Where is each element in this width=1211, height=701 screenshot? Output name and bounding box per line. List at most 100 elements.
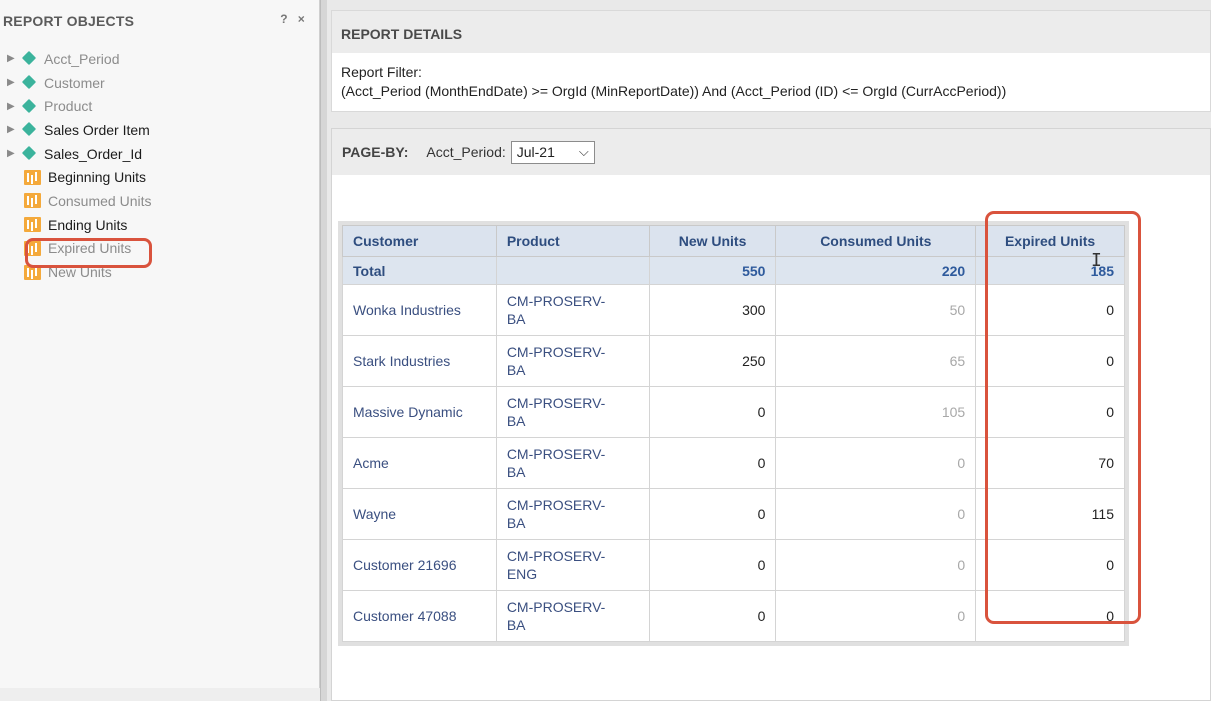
product-cell[interactable]: CM-PROSERV- BA (495, 335, 650, 387)
object-item-beginning-units[interactable]: Beginning Units (0, 165, 318, 189)
product-line-2: BA (506, 617, 526, 633)
customer-cell[interactable]: Customer 21696 (342, 539, 497, 591)
expired-units-highlight-box (25, 238, 152, 268)
object-label: Beginning Units (48, 169, 147, 186)
new-units-cell: 250 (648, 335, 777, 387)
object-item-consumed-units[interactable]: Consumed Units (0, 189, 318, 213)
product-cell[interactable]: CM-PROSERV- BA (495, 386, 650, 438)
header-row: Customer Product New Units Consumed Unit… (342, 225, 1125, 257)
page-by-field-label: Acct_Period: (426, 144, 506, 160)
object-item-customer[interactable]: ▶ Customer (0, 71, 318, 95)
text-cursor-icon: I (1091, 250, 1102, 271)
object-label: Acct_Period (44, 50, 120, 67)
product-line-1: CM-PROSERV- (506, 293, 606, 309)
expand-arrow-icon[interactable]: ▶ (7, 148, 15, 159)
product-cell[interactable]: CM-PROSERV- BA (495, 437, 650, 489)
product-line-2: BA (506, 515, 526, 531)
object-item-product[interactable]: ▶ Product (0, 94, 318, 118)
object-item-sales-order-item[interactable]: ▶ Sales Order Item (0, 118, 318, 142)
expired-units-cell: 0 (975, 284, 1125, 336)
expand-arrow-icon[interactable]: ▶ (7, 101, 15, 112)
expired-units-cell: 115 (975, 488, 1125, 540)
diamond-attribute-icon (23, 147, 36, 160)
consumed-units-cell: 0 (775, 488, 977, 540)
total-expired-units: 185 (975, 256, 1125, 285)
product-line-1: CM-PROSERV- (506, 344, 606, 360)
report-grid-panel: PAGE-BY: Acct_Period: Jul-21 ⌵ Customer … (331, 128, 1211, 701)
consumed-units-cell: 0 (775, 437, 977, 489)
object-item-ending-units[interactable]: Ending Units (0, 213, 318, 237)
diamond-attribute-icon (23, 76, 36, 89)
customer-cell[interactable]: Customer 47088 (342, 590, 497, 642)
customer-cell[interactable]: Acme (342, 437, 497, 489)
product-line-1: CM-PROSERV- (506, 395, 606, 411)
total-consumed-units: 220 (775, 256, 977, 285)
product-line-2: BA (506, 362, 526, 378)
expired-units-cell: 0 (975, 386, 1125, 438)
object-label: Customer (44, 74, 105, 91)
expired-units-cell: 0 (975, 335, 1125, 387)
panel-header-buttons: ? × (280, 12, 305, 26)
report-details-panel: REPORT DETAILS Report Filter: (Acct_Peri… (331, 10, 1211, 112)
report-objects-header: REPORT OBJECTS ? × (0, 0, 319, 42)
report-details-title: REPORT DETAILS (332, 11, 1210, 53)
panel-title: REPORT OBJECTS (3, 13, 135, 29)
product-line-2: BA (506, 311, 526, 327)
product-line-1: CM-PROSERV- (506, 599, 606, 615)
customer-cell[interactable]: Wayne (342, 488, 497, 540)
header-product[interactable]: Product (495, 225, 650, 257)
object-item-sales-order-id[interactable]: ▶ Sales_Order_Id (0, 142, 318, 166)
new-units-cell: 0 (648, 488, 777, 540)
expand-arrow-icon[interactable]: ▶ (7, 77, 15, 88)
panel-splitter[interactable] (320, 0, 327, 701)
table-row: Customer 21696 CM-PROSERV- ENG 0 0 0 (342, 539, 1125, 591)
header-expired-units[interactable]: Expired Units (975, 225, 1125, 257)
total-row: Total 550 220 185 (342, 256, 1125, 285)
chevron-down-icon: ⌵ (578, 144, 589, 159)
product-cell[interactable]: CM-PROSERV- BA (495, 284, 650, 336)
consumed-units-cell: 105 (775, 386, 977, 438)
new-units-cell: 0 (648, 437, 777, 489)
object-label: Ending Units (48, 216, 128, 233)
page-by-label: PAGE-BY: (342, 144, 409, 160)
customer-cell[interactable]: Wonka Industries (342, 284, 497, 336)
metric-chart-icon (24, 217, 41, 233)
customer-cell[interactable]: Massive Dynamic (342, 386, 497, 438)
object-label: Consumed Units (48, 192, 152, 209)
product-cell[interactable]: CM-PROSERV- ENG (495, 539, 650, 591)
consumed-units-cell: 50 (775, 284, 977, 336)
diamond-attribute-icon (23, 52, 36, 65)
metric-chart-icon (24, 193, 41, 209)
help-icon[interactable]: ? (280, 12, 288, 26)
consumed-units-cell: 65 (775, 335, 977, 387)
page-by-bar: PAGE-BY: Acct_Period: Jul-21 ⌵ (332, 129, 1210, 175)
header-consumed-units[interactable]: Consumed Units (775, 225, 977, 257)
product-cell[interactable]: CM-PROSERV- BA (495, 488, 650, 540)
expand-arrow-icon[interactable]: ▶ (7, 53, 15, 64)
report-filter-label: Report Filter: (341, 64, 422, 80)
acct-period-select[interactable]: Jul-21 ⌵ (510, 140, 595, 164)
table-row: Wayne CM-PROSERV- BA 0 0 115 (342, 488, 1125, 540)
diamond-attribute-icon (23, 123, 36, 136)
object-item-acct-period[interactable]: ▶ Acct_Period (0, 47, 318, 71)
object-label: Sales Order Item (44, 121, 150, 138)
new-units-cell: 0 (648, 539, 777, 591)
header-new-units[interactable]: New Units (648, 225, 777, 257)
close-icon[interactable]: × (298, 12, 305, 26)
expired-units-cell: 70 (975, 437, 1125, 489)
product-line-1: CM-PROSERV- (506, 548, 606, 564)
new-units-cell: 0 (648, 386, 777, 438)
table-row: Massive Dynamic CM-PROSERV- BA 0 105 0 (342, 386, 1125, 438)
panel-footer-strip (0, 688, 320, 701)
product-line-2: BA (506, 413, 526, 429)
total-product (495, 256, 650, 285)
report-filter-text: (Acct_Period (MonthEndDate) >= OrgId (Mi… (341, 83, 1007, 99)
expand-arrow-icon[interactable]: ▶ (7, 124, 15, 135)
table-row: Customer 47088 CM-PROSERV- BA 0 0 0 (342, 590, 1125, 642)
table-row: Wonka Industries CM-PROSERV- BA 300 50 0 (342, 284, 1125, 336)
expired-units-cell: 0 (975, 539, 1125, 591)
product-cell[interactable]: CM-PROSERV- BA (495, 590, 650, 642)
header-customer[interactable]: Customer (342, 225, 497, 257)
product-line-2: BA (506, 464, 526, 480)
customer-cell[interactable]: Stark Industries (342, 335, 497, 387)
